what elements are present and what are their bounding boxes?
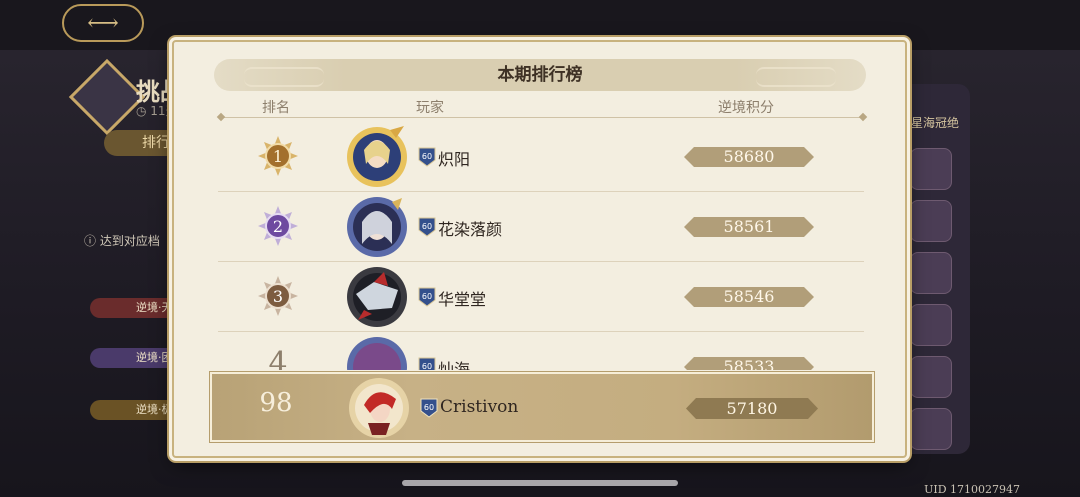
uid-label: UID 1710027947 — [924, 483, 1020, 496]
reward-row[interactable]: 逆境·困 — [90, 348, 185, 368]
level-badge-icon: 60 — [418, 287, 436, 307]
reward-item-icon[interactable] — [910, 408, 952, 450]
svg-text:3: 3 — [273, 287, 283, 306]
column-header-rank: 排名 — [262, 100, 290, 116]
column-header-player: 玩家 — [416, 100, 444, 116]
reward-item-icon[interactable] — [910, 304, 952, 346]
player-name: 炽阳 — [438, 150, 471, 169]
leaderboard-row[interactable]: 4 60 灿海 58533 — [218, 332, 864, 370]
reward-item-icon[interactable] — [910, 252, 952, 294]
back-arrow-icon: ⟷ — [87, 10, 119, 36]
score-pill — [684, 287, 814, 307]
dialog-title: 本期排行榜 — [497, 65, 583, 85]
column-header-score: 逆境积分 — [718, 100, 774, 116]
player-name: 灿海 — [438, 360, 471, 370]
player-avatar[interactable] — [344, 124, 410, 190]
score-pill — [684, 357, 814, 370]
my-rank-number: 98 — [259, 388, 293, 418]
back-button[interactable]: ⟷ — [62, 4, 144, 42]
svg-text:2: 2 — [273, 217, 283, 236]
level-badge-icon: 60 — [418, 217, 436, 237]
player-avatar[interactable] — [344, 334, 410, 370]
svg-text:60: 60 — [424, 403, 434, 412]
reward-item-icon[interactable] — [910, 356, 952, 398]
title-banner: 本期排行榜 — [214, 59, 866, 91]
bronze-medal-icon: 3 — [258, 276, 298, 316]
score-pill — [684, 147, 814, 167]
purple-medal-icon: 2 — [258, 206, 298, 246]
info-text: ⓘ 达到对应档 — [84, 234, 160, 248]
my-rank-row[interactable]: 98 60 Cristivon 57180 — [210, 372, 874, 442]
header-divider — [222, 117, 862, 118]
right-panel-title: 星海冠绝 — [910, 116, 959, 130]
reward-row[interactable]: 逆境·无 — [90, 298, 185, 318]
info-label: 达到对应档 — [99, 234, 160, 248]
svg-text:60: 60 — [422, 152, 432, 161]
svg-text:60: 60 — [422, 222, 432, 231]
leaderboard-row[interactable]: 1 60 炽阳 58680 — [218, 122, 864, 192]
level-badge-icon: 60 — [418, 357, 436, 370]
score-pill — [686, 398, 818, 419]
svg-text:1: 1 — [273, 147, 283, 166]
level-badge-icon: 60 — [420, 398, 438, 418]
gold-medal-icon: 1 — [258, 136, 298, 176]
my-player-name: Cristivon — [440, 397, 519, 417]
leaderboard-row[interactable]: 2 60 花染落颜 58561 — [218, 192, 864, 262]
home-indicator[interactable] — [402, 480, 678, 486]
leaderboard-dialog: 本期排行榜 排名 玩家 逆境积分 1 60 炽阳 58680 2 60 花染落颜… — [172, 40, 907, 458]
player-name: 花染落颜 — [438, 220, 503, 239]
svg-text:60: 60 — [422, 292, 432, 301]
reward-item-icon[interactable] — [910, 148, 952, 190]
player-avatar[interactable] — [344, 194, 410, 260]
svg-text:60: 60 — [422, 362, 432, 370]
player-avatar[interactable] — [344, 264, 410, 330]
player-name: 华堂堂 — [438, 290, 487, 309]
leaderboard-list[interactable]: 1 60 炽阳 58680 2 60 花染落颜 58561 3 60 华堂堂 5… — [174, 122, 905, 370]
reward-row[interactable]: 逆境·极 — [90, 400, 185, 420]
leaderboard-row[interactable]: 3 60 华堂堂 58546 — [218, 262, 864, 332]
level-badge-icon: 60 — [418, 147, 436, 167]
my-avatar[interactable] — [346, 375, 412, 441]
score-pill — [684, 217, 814, 237]
rank-number: 4 — [268, 346, 288, 370]
reward-item-icon[interactable] — [910, 200, 952, 242]
